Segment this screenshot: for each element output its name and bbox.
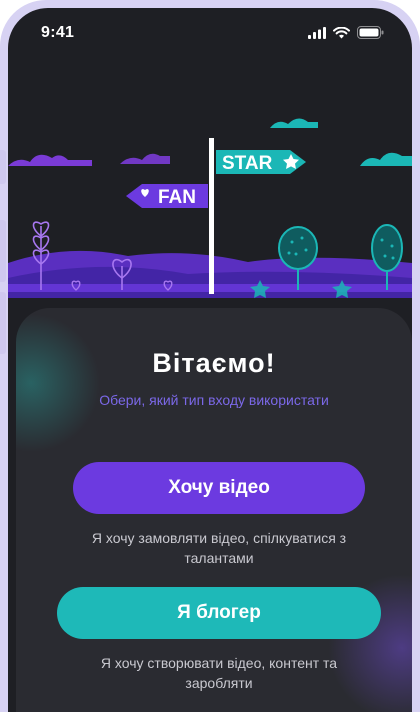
- blogger-button[interactable]: Я блогер: [57, 587, 381, 639]
- hero-illustration: STAR FAN: [8, 118, 412, 298]
- blogger-caption: Я хочу створювати відео, контент та заро…: [100, 655, 338, 691]
- welcome-title: Вітаємо!: [152, 348, 276, 378]
- star-sign: STAR: [216, 150, 306, 174]
- cloud-icon: [8, 153, 170, 166]
- glow-decoration: [16, 308, 106, 458]
- fan-sign: FAN: [126, 184, 208, 208]
- phone-volume-down: [0, 292, 6, 354]
- want-video-caption: Я хочу замовляти відео, спілкуватися з т…: [91, 530, 347, 566]
- signal-icon: [308, 26, 326, 39]
- status-icons: [308, 26, 384, 39]
- fan-sign-label: FAN: [158, 187, 196, 208]
- star-sign-label: STAR: [222, 153, 273, 174]
- status-time: 9:41: [41, 24, 75, 41]
- phone-side-button: [0, 150, 6, 184]
- phone-screen: 9:41 STAR FAN Вітаємо! Обери, який тип в…: [8, 8, 412, 712]
- welcome-subtitle: Обери, який тип входу використати: [99, 392, 329, 408]
- phone-volume-up: [0, 220, 6, 282]
- wifi-icon: [333, 26, 350, 38]
- want-video-button[interactable]: Хочу відео: [73, 462, 365, 514]
- status-bar: 9:41: [8, 8, 412, 52]
- signpost-pole: [209, 138, 214, 294]
- welcome-card: Вітаємо! Обери, який тип входу використа…: [16, 308, 412, 712]
- battery-icon: [357, 26, 384, 39]
